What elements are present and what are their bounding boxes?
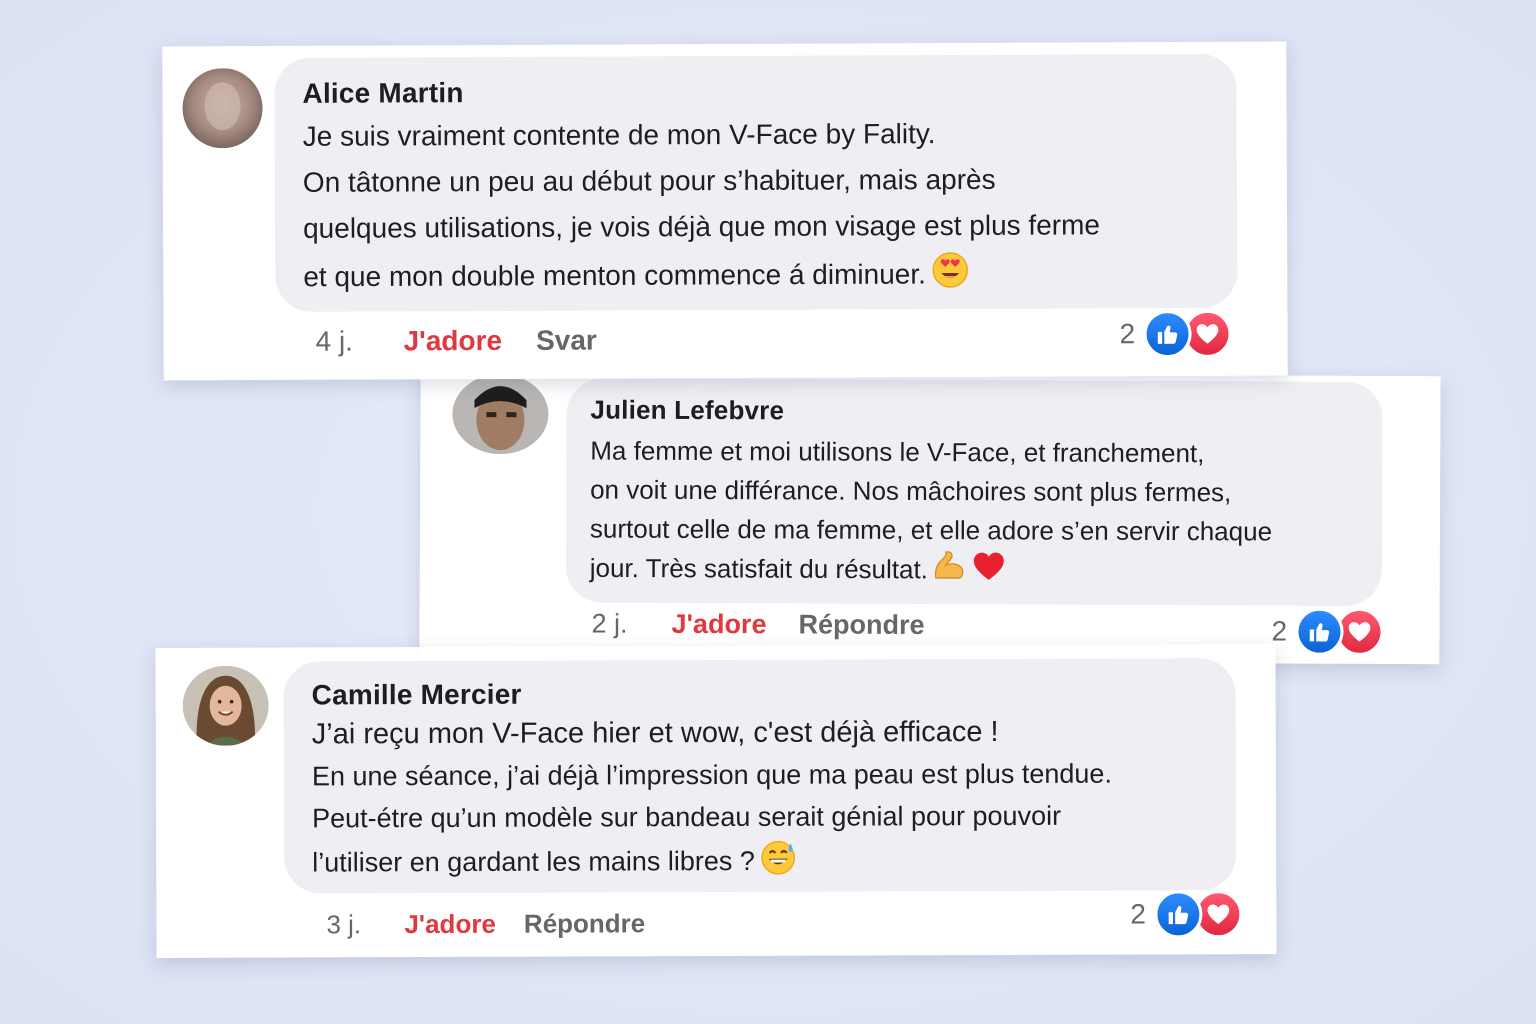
comment-author[interactable]: Julien Lefebvre [590, 395, 1382, 429]
comment-card-alice: Alice Martin Je suis vraiment contente d… [162, 41, 1288, 381]
red-heart-emoji [972, 551, 1006, 592]
comment-line-last: jour. Très satisfait du résultat. [590, 549, 1382, 595]
comment-card-julien: Julien Lefebvre Ma femme et moi utilison… [419, 371, 1441, 665]
comment-timestamp[interactable]: 4 j. [315, 325, 403, 357]
comment-line: J’ai reçu mon V-Face hier et wow, c'est … [311, 716, 999, 751]
comment-actions: 3 j. J'adore Répondre [326, 908, 645, 940]
comment-line-text: l’utiliser en gardant les mains libres ? [312, 845, 755, 878]
comment-timestamp[interactable]: 2 j. [591, 609, 671, 640]
comment-line-text: jour. Très satisfait du résultat. [589, 552, 928, 585]
comment-bubble-alice: Alice Martin Je suis vraiment contente d… [274, 53, 1238, 312]
avatar-alice[interactable] [182, 68, 263, 149]
comment-text: J’ai reçu mon V-Face hier et wow, c'est … [312, 710, 1237, 889]
comment-line: Je suis vraiment contente de mon V-Face … [302, 118, 936, 152]
reaction-count: 2 [1119, 318, 1136, 350]
comment-text: Je suis vraiment contente de mon V-Face … [303, 110, 1238, 306]
reply-link[interactable]: Répondre [798, 609, 924, 641]
comment-line: En une séance, j’ai déjà l’impression qu… [311, 758, 1112, 792]
grinning-sweat-emoji [759, 838, 797, 888]
comment-author[interactable]: Camille Mercier [312, 676, 1236, 711]
comment-bubble-camille: Camille Mercier J’ai reçu mon V-Face hie… [283, 658, 1237, 894]
avatar-blurred-face [182, 68, 263, 149]
like-icon [1153, 890, 1203, 939]
comment-line-last: et que mon double menton commence á dimi… [303, 248, 1237, 306]
comment-line-text: et que mon double menton commence á dimi… [303, 258, 926, 293]
comment-bubble-julien: Julien Lefebvre Ma femme et moi utilison… [565, 378, 1383, 606]
comment-line: Peut-étre qu’un modèle sur bandeau serai… [312, 800, 1062, 834]
like-link[interactable]: J'adore [671, 609, 766, 640]
comment-line: surtout celle de ma femme, et elle adore… [589, 513, 1273, 547]
comment-line: on voit une différance. Nos mâchoires so… [590, 474, 1232, 508]
avatar-camille[interactable] [182, 665, 269, 746]
like-icon [1294, 607, 1344, 656]
comment-timestamp[interactable]: 3 j. [326, 909, 404, 940]
screenshot-stage: Alice Martin Je suis vraiment contente d… [0, 0, 1536, 1024]
like-icon [1143, 309, 1192, 359]
comment-line: Ma femme et moi utilisons le V-Face, et … [590, 435, 1205, 469]
comment-card-camille: Camille Mercier J’ai reçu mon V-Face hie… [155, 644, 1277, 958]
heart-eyes-emoji [930, 249, 970, 303]
flexed-biceps-emoji [932, 550, 968, 593]
reactions-summary[interactable]: 2 [1130, 890, 1243, 939]
reply-link[interactable]: Répondre [524, 908, 645, 939]
comment-author[interactable]: Alice Martin [302, 74, 1236, 110]
comment-text: Ma femme et moi utilisons le V-Face, et … [590, 432, 1383, 595]
avatar-blurred-face [452, 373, 549, 455]
avatar-face [182, 665, 269, 746]
reply-link[interactable]: Svar [536, 325, 597, 357]
reactions-summary[interactable]: 2 [1119, 309, 1232, 359]
comment-line: quelques utilisations, je vois déjà que … [303, 209, 1101, 244]
reaction-count: 2 [1130, 898, 1147, 930]
reaction-count: 2 [1271, 615, 1288, 647]
comment-line-last: l’utiliser en gardant les mains libres ? [312, 836, 1236, 889]
like-link[interactable]: J'adore [404, 909, 496, 940]
like-link[interactable]: J'adore [403, 325, 502, 357]
comment-actions: 4 j. J'adore Svar [315, 325, 596, 358]
comment-actions: 2 j. J'adore Répondre [591, 609, 924, 641]
reactions-summary[interactable]: 2 [1271, 607, 1384, 656]
comment-line: On tâtonne un peu au début pour s’habitu… [302, 163, 996, 198]
avatar-julien[interactable] [452, 373, 549, 455]
